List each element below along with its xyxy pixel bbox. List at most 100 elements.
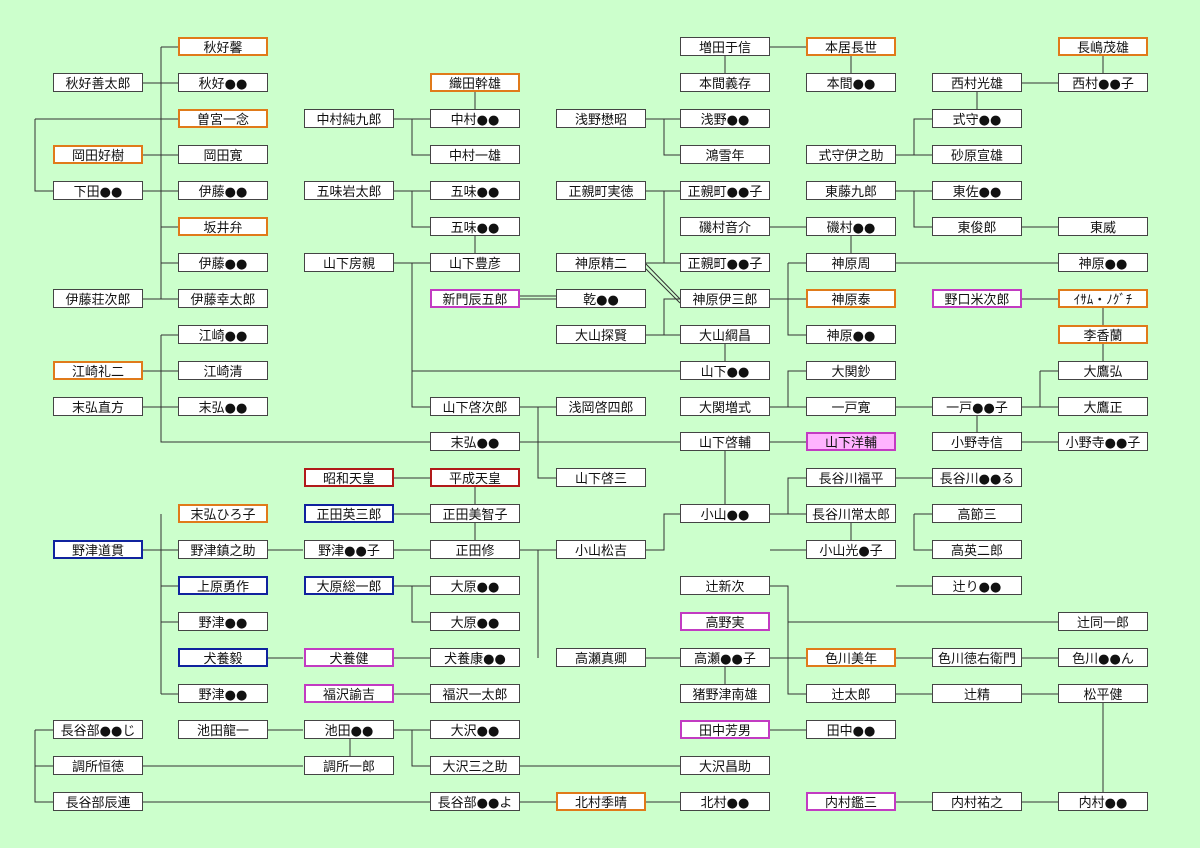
person-box: 野津道貫 bbox=[53, 540, 143, 559]
person-box: 大原総一郎 bbox=[304, 576, 394, 595]
person-box: 浅岡啓四郎 bbox=[556, 397, 646, 416]
person-box: 末弘●● bbox=[430, 432, 520, 451]
person-box: 大沢●● bbox=[430, 720, 520, 739]
person-box: 上原勇作 bbox=[178, 576, 268, 595]
person-box: 正田英三郎 bbox=[304, 504, 394, 523]
person-box: 内村祐之 bbox=[932, 792, 1022, 811]
person-box: 末弘ひろ子 bbox=[178, 504, 268, 523]
person-box: 末弘●● bbox=[178, 397, 268, 416]
person-box: 野津鎮之助 bbox=[178, 540, 268, 559]
person-box: 大原●● bbox=[430, 576, 520, 595]
person-box: 犬養康●● bbox=[430, 648, 520, 667]
person-box: 乾●● bbox=[556, 289, 646, 308]
person-box: 福沢諭吉 bbox=[304, 684, 394, 703]
person-box: 中村純九郎 bbox=[304, 109, 394, 128]
person-box: 伊藤荘次郎 bbox=[53, 289, 143, 308]
person-box: 小野寺●●子 bbox=[1058, 432, 1148, 451]
person-box: 野口米次郎 bbox=[932, 289, 1022, 308]
person-box: 平成天皇 bbox=[430, 468, 520, 487]
person-box: 新門辰五郎 bbox=[430, 289, 520, 308]
person-box: 秋好馨 bbox=[178, 37, 268, 56]
person-box: 浅野●● bbox=[680, 109, 770, 128]
person-box: 色川●●ん bbox=[1058, 648, 1148, 667]
person-box: 西村●●子 bbox=[1058, 73, 1148, 92]
person-box: 調所一郎 bbox=[304, 756, 394, 775]
person-box: 高野実 bbox=[680, 612, 770, 631]
person-box: 神原伊三郎 bbox=[680, 289, 770, 308]
person-box: 神原周 bbox=[806, 253, 896, 272]
person-box: 式守●● bbox=[932, 109, 1022, 128]
person-box: 大関鈔 bbox=[806, 361, 896, 380]
person-box: 織田幹雄 bbox=[430, 73, 520, 92]
person-box: 五味●● bbox=[430, 181, 520, 200]
person-box: 秋好善太郎 bbox=[53, 73, 143, 92]
person-box: 田中●● bbox=[806, 720, 896, 739]
person-box: 池田●● bbox=[304, 720, 394, 739]
person-box: 高瀬●●子 bbox=[680, 648, 770, 667]
family-tree: 秋好馨 秋好善太郎 秋好●● 曽宮一念 岡田好樹 岡田寛 下田●● 伊藤●● 坂井弁 伊藤●● 伊藤… bbox=[0, 0, 1200, 848]
person-box: 江崎●● bbox=[178, 325, 268, 344]
person-box: 神原泰 bbox=[806, 289, 896, 308]
person-box: 五味岩太郎 bbox=[304, 181, 394, 200]
person-box: 神原●● bbox=[1058, 253, 1148, 272]
person-box: 下田●● bbox=[53, 181, 143, 200]
person-box: 色川美年 bbox=[806, 648, 896, 667]
person-box: 正親町●●子 bbox=[680, 181, 770, 200]
person-box: 伊藤●● bbox=[178, 181, 268, 200]
person-box: 正親町実徳 bbox=[556, 181, 646, 200]
person-box: 正親町●●子 bbox=[680, 253, 770, 272]
person-box: 福沢一太郎 bbox=[430, 684, 520, 703]
person-box: 小山松吉 bbox=[556, 540, 646, 559]
person-box: 坂井弁 bbox=[178, 217, 268, 236]
person-box: 犬養毅 bbox=[178, 648, 268, 667]
person-box: 小山光●子 bbox=[806, 540, 896, 559]
person-box: 山下啓輔 bbox=[680, 432, 770, 451]
person-box: 山下豊彦 bbox=[430, 253, 520, 272]
person-box: 増田于信 bbox=[680, 37, 770, 56]
person-box: 田中芳男 bbox=[680, 720, 770, 739]
person-box: 鴻雪年 bbox=[680, 145, 770, 164]
person-box: 東俊郎 bbox=[932, 217, 1022, 236]
person-box: 長嶋茂雄 bbox=[1058, 37, 1148, 56]
person-box: 辻同一郎 bbox=[1058, 612, 1148, 631]
person-box: 神原精二 bbox=[556, 253, 646, 272]
person-box: 伊藤幸太郎 bbox=[178, 289, 268, 308]
person-box: 東藤九郎 bbox=[806, 181, 896, 200]
person-box: 長谷川福平 bbox=[806, 468, 896, 487]
person-box: 池田龍一 bbox=[178, 720, 268, 739]
person-box: 大関増式 bbox=[680, 397, 770, 416]
person-box: 辻精 bbox=[932, 684, 1022, 703]
person-box: 磯村●● bbox=[806, 217, 896, 236]
person-box: 大山綱昌 bbox=[680, 325, 770, 344]
person-box: 本間●● bbox=[806, 73, 896, 92]
person-box: 正田修 bbox=[430, 540, 520, 559]
person-box: 式守伊之助 bbox=[806, 145, 896, 164]
person-box: 東威 bbox=[1058, 217, 1148, 236]
person-box: 野津●● bbox=[178, 684, 268, 703]
person-box: 江崎礼二 bbox=[53, 361, 143, 380]
person-box: 高英二郎 bbox=[932, 540, 1022, 559]
person-box: 五味●● bbox=[430, 217, 520, 236]
person-box: 調所恒徳 bbox=[53, 756, 143, 775]
person-box: 秋好●● bbox=[178, 73, 268, 92]
person-box: 高節三 bbox=[932, 504, 1022, 523]
person-box: 西村光雄 bbox=[932, 73, 1022, 92]
person-box: 岡田寛 bbox=[178, 145, 268, 164]
person-box: 伊藤●● bbox=[178, 253, 268, 272]
person-box: 山下房親 bbox=[304, 253, 394, 272]
person-box: 長谷部辰連 bbox=[53, 792, 143, 811]
person-box: 神原●● bbox=[806, 325, 896, 344]
person-box: 大鷹弘 bbox=[1058, 361, 1148, 380]
person-box: 野津●●子 bbox=[304, 540, 394, 559]
person-box: 大原●● bbox=[430, 612, 520, 631]
person-box: 山下啓三 bbox=[556, 468, 646, 487]
person-box: 岡田好樹 bbox=[53, 145, 143, 164]
person-box: 李香蘭 bbox=[1058, 325, 1148, 344]
person-box: 一戸●●子 bbox=[932, 397, 1022, 416]
person-box: 大沢三之助 bbox=[430, 756, 520, 775]
person-box: 長谷部●●じ bbox=[53, 720, 143, 739]
person-box: 色川徳右衛門 bbox=[932, 648, 1022, 667]
person-box: 中村●● bbox=[430, 109, 520, 128]
person-box: 辻太郎 bbox=[806, 684, 896, 703]
person-box: 高瀬真卿 bbox=[556, 648, 646, 667]
